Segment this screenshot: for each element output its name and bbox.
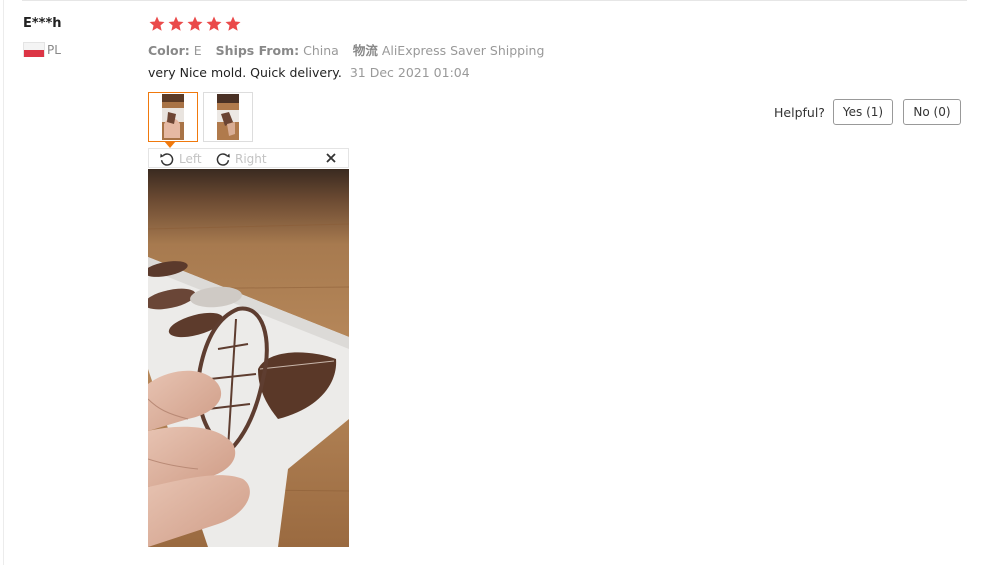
rotate-left-icon (160, 153, 174, 166)
logistics-value: AliExpress Saver Shipping (381, 43, 545, 58)
star-rating (148, 15, 242, 33)
star-icon (225, 16, 241, 31)
star-icon (149, 16, 165, 31)
rotate-left-label: Left (179, 152, 202, 166)
rotate-left-button[interactable]: Left (159, 151, 202, 167)
close-icon[interactable] (324, 151, 338, 165)
rotate-right-icon (216, 153, 230, 166)
review-date: 31 Dec 2021 01:04 (349, 65, 470, 80)
helpful-question: Helpful? (774, 105, 825, 120)
review-photo-thumbnail[interactable] (203, 92, 253, 142)
order-attributes: Color: E Ships From: China 物流 AliExpress… (148, 40, 544, 59)
review-body: very Nice mold. Quick delivery. 31 Dec 20… (148, 65, 470, 80)
reviewer-name: E***h (23, 16, 62, 31)
review-text: very Nice mold. Quick delivery. (148, 65, 342, 80)
poland-flag-icon (23, 42, 45, 57)
left-border (3, 0, 4, 565)
review-photo-thumbnail[interactable] (148, 92, 198, 142)
color-value: E (193, 43, 202, 58)
ships-from-label: Ships From: (215, 43, 300, 58)
image-viewer-toolbar: Left Right (148, 148, 349, 168)
star-icon (187, 16, 203, 31)
logistics-label: 物流 (352, 43, 378, 58)
rotate-right-button[interactable]: Right (215, 151, 267, 167)
ships-from-value: China (303, 43, 339, 58)
review-photo-enlarged (148, 169, 349, 547)
helpful-yes-button[interactable]: Yes (1) (833, 99, 893, 125)
color-label: Color: (148, 43, 190, 58)
star-icon (206, 16, 222, 31)
star-icon (168, 16, 184, 31)
top-divider (22, 0, 967, 1)
thumbnail-image (217, 94, 239, 140)
helpful-no-button[interactable]: No (0) (903, 99, 961, 125)
reviewer-country: PL (23, 42, 61, 57)
country-code: PL (47, 42, 61, 57)
active-thumbnail-indicator (164, 141, 176, 148)
rotate-right-label: Right (235, 152, 267, 166)
thumbnail-image (162, 94, 184, 140)
